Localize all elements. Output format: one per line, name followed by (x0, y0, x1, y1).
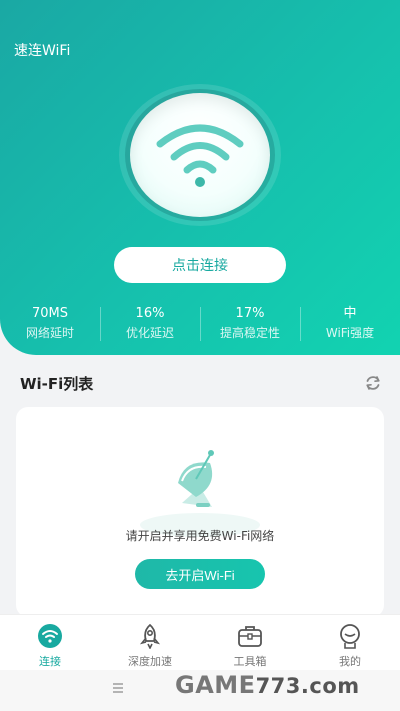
menu-icon[interactable] (112, 682, 124, 694)
wifi-circle-ring (125, 89, 275, 221)
watermark: GAME773.com (175, 671, 360, 699)
stats-row: 70MS 网络延时 16% 优化延迟 17% 提高稳定性 中 WiFi强度 (0, 305, 400, 343)
tab-connect[interactable]: 连接 (0, 615, 100, 670)
stat-optimize: 16% 优化延迟 (100, 305, 200, 343)
wifi-list-card: 请开启并享用免费Wi-Fi网络 去开启Wi-Fi (16, 407, 384, 617)
profile-icon (340, 624, 360, 649)
tab-label: 工具箱 (233, 655, 267, 668)
tab-label: 连接 (39, 655, 61, 668)
tab-profile[interactable]: 我的 (300, 615, 400, 670)
stat-value: 16% (135, 306, 165, 321)
bottom-tab-bar: 连接 深度加速 工具箱 我的 (0, 614, 400, 670)
watermark-main: GAME (175, 671, 256, 699)
rocket-icon (139, 623, 161, 649)
tab-boost[interactable]: 深度加速 (100, 615, 200, 670)
stat-latency: 70MS 网络延时 (0, 305, 100, 343)
stat-label: 提高稳定性 (219, 326, 280, 340)
stat-value: 中 (343, 306, 357, 321)
tab-toolbox[interactable]: 工具箱 (200, 615, 300, 670)
stat-signal: 中 WiFi强度 (300, 305, 400, 343)
wifi-status-circle[interactable] (119, 84, 281, 226)
stat-value: 17% (235, 306, 265, 321)
stat-stability: 17% 提高稳定性 (200, 305, 300, 343)
toolbox-icon (238, 626, 262, 647)
open-wifi-button[interactable]: 去开启Wi-Fi (135, 559, 265, 589)
empty-hint: 请开启并享用免费Wi-Fi网络 (125, 529, 275, 543)
stat-label: WiFi强度 (325, 326, 375, 340)
app-title: 速连WiFi (14, 43, 71, 59)
header-panel: 速连WiFi 点击连接 70MS 网络延时 16% 优化延迟 17% 提高稳定性… (0, 0, 400, 355)
refresh-icon[interactable] (364, 374, 382, 392)
connect-button[interactable]: 点击连接 (114, 247, 286, 283)
wifi-list-title: Wi-Fi列表 (20, 375, 94, 393)
watermark-sub: 773.com (255, 674, 360, 698)
wifi-icon (38, 624, 62, 648)
wifi-circle-core (130, 93, 270, 217)
wifi-icon (156, 124, 244, 187)
stat-label: 网络延时 (25, 326, 74, 340)
stat-label: 优化延迟 (125, 326, 174, 340)
tab-label: 深度加速 (128, 655, 172, 668)
tab-label: 我的 (339, 655, 361, 668)
stat-value: 70MS (31, 306, 68, 321)
